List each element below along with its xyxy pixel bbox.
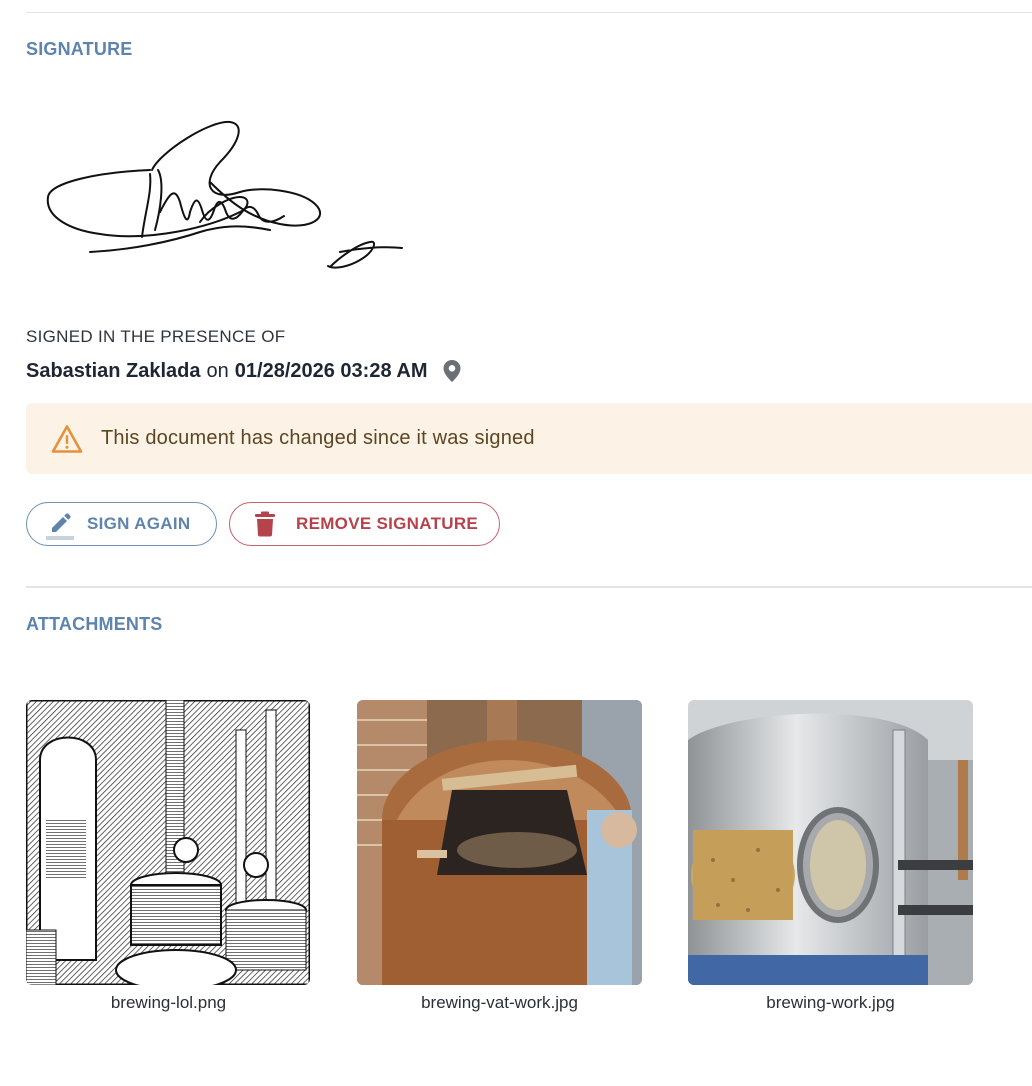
signature-section-title: SIGNATURE: [26, 39, 133, 59]
attachment-image: [26, 700, 310, 985]
attachment-thumbnail[interactable]: [357, 700, 642, 985]
attachment-image: [688, 700, 973, 985]
attachment-thumbnail[interactable]: [688, 700, 973, 985]
remove-signature-button[interactable]: REMOVE SIGNATURE: [229, 502, 500, 546]
signed-presence-label: SIGNED IN THE PRESENCE OF: [26, 327, 286, 346]
signed-datetime: 01/28/2026 03:28 AM: [234, 359, 428, 382]
attachment-thumbnail[interactable]: [26, 700, 310, 985]
signer-info: Sabastian Zaklada on 01/28/2026 03:28 AM: [26, 359, 462, 383]
section-divider: [26, 586, 1032, 588]
attachment-filename[interactable]: brewing-lol.png: [26, 993, 311, 1013]
signature-image: [46, 120, 403, 269]
remove-signature-label: REMOVE SIGNATURE: [296, 514, 479, 533]
signature-detail-page: SIGNATURE SIGNED IN THE PRESENCE OF Saba…: [0, 0, 1032, 1086]
top-divider: [26, 12, 1032, 13]
warning-message: This document has changed since it was s…: [101, 427, 535, 449]
attachments-section-title: ATTACHMENTS: [26, 614, 163, 634]
attachment-filename[interactable]: brewing-vat-work.jpg: [357, 993, 642, 1013]
document-changed-warning: This document has changed since it was s…: [26, 403, 1032, 474]
signer-name: Sabastian Zaklada: [26, 359, 201, 382]
trash-icon: [255, 511, 275, 537]
pen-icon: [46, 513, 74, 540]
map-pin-icon[interactable]: [442, 359, 462, 383]
sign-again-label: SIGN AGAIN: [87, 514, 191, 533]
attachment-image: [357, 700, 642, 985]
warning-triangle-icon: [51, 424, 83, 453]
signer-on-word: on: [206, 359, 229, 382]
sign-again-button[interactable]: SIGN AGAIN: [26, 502, 217, 546]
attachment-filename[interactable]: brewing-work.jpg: [688, 993, 973, 1013]
